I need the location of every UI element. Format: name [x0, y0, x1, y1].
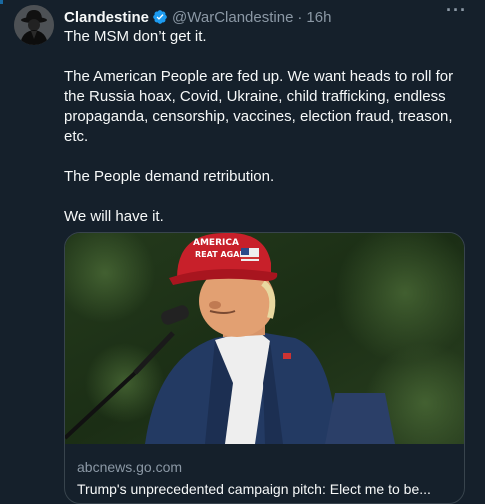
- tweet-paragraph: We will have it.: [64, 208, 164, 225]
- tweet-paragraph: The American People are fed up. We want …: [64, 68, 454, 145]
- card-title[interactable]: Trump's unprecedented campaign pitch: El…: [77, 481, 457, 497]
- author-name[interactable]: Clandestine: [64, 9, 149, 26]
- separator-dot: ·: [297, 8, 303, 26]
- link-preview-card[interactable]: AMERICA REAT AGAIN abcnews.go.com Trump'…: [64, 232, 465, 504]
- hat-text-line2: REAT AGAIN: [195, 250, 249, 259]
- card-domain[interactable]: abcnews.go.com: [77, 459, 182, 475]
- tweet-header: Clandestine @WarClandestine · 16h: [64, 7, 475, 27]
- tweet-paragraph: The MSM don’t get it.: [64, 28, 207, 45]
- tweet[interactable]: Clandestine @WarClandestine · 16h ··· Th…: [0, 0, 485, 504]
- more-options-icon[interactable]: ···: [446, 0, 467, 21]
- verified-badge-icon[interactable]: [152, 9, 168, 25]
- thread-line: [0, 0, 3, 4]
- tweet-paragraph: The People demand retribution.: [64, 168, 275, 185]
- avatar-image: [14, 5, 54, 45]
- tweet-text: The MSM don’t get it. The American Peopl…: [64, 27, 464, 227]
- card-image: AMERICA REAT AGAIN: [65, 233, 464, 444]
- timestamp[interactable]: 16h: [306, 9, 331, 26]
- hat-text-line1: AMERICA: [193, 238, 239, 248]
- avatar[interactable]: [14, 5, 54, 45]
- author-handle[interactable]: @WarClandestine: [172, 9, 293, 26]
